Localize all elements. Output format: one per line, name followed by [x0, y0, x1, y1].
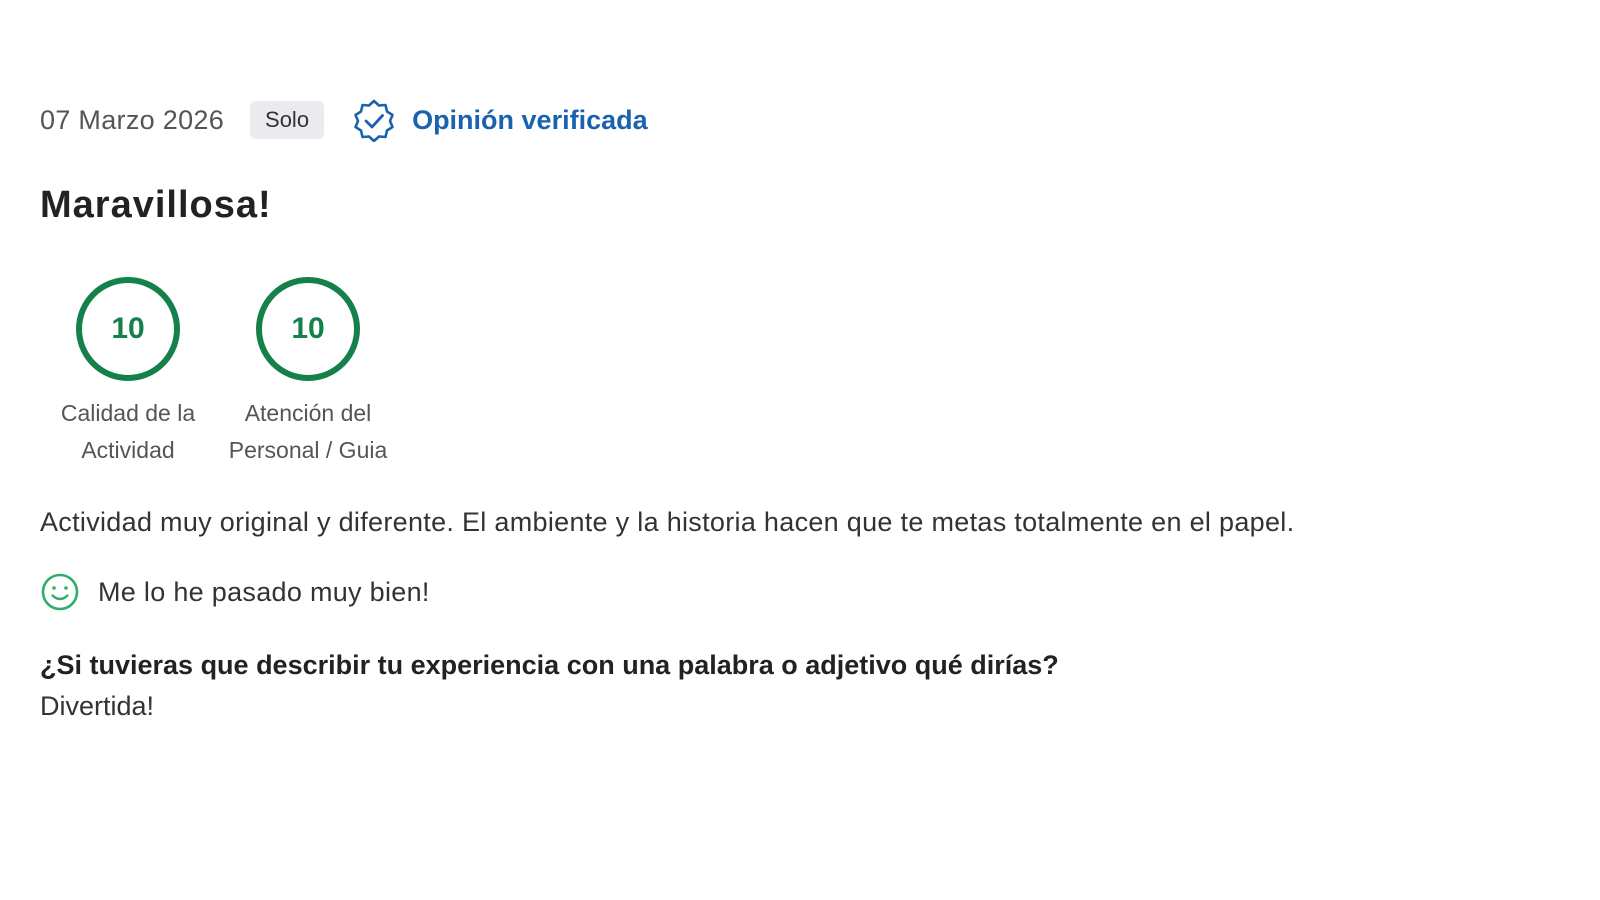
- score-value: 10: [111, 312, 145, 345]
- review-card: 07 Marzo 2026 Solo Opinión verificada Ma…: [40, 96, 1560, 722]
- score-list: 10 Calidad de la Actividad 10 Atención d…: [48, 277, 1560, 469]
- review-date: 07 Marzo 2026: [40, 104, 225, 135]
- review-mood: Me lo he pasado muy bien!: [40, 572, 1560, 612]
- traveler-type-badge: Solo: [250, 101, 325, 139]
- mood-text: Me lo he pasado muy bien!: [98, 576, 430, 607]
- review-title: Maravillosa!: [40, 184, 272, 226]
- score-label: Atención del Personal / Guia: [228, 400, 388, 463]
- score-activity-quality: 10 Calidad de la Actividad: [48, 277, 208, 469]
- score-staff-attention: 10 Atención del Personal / Guia: [228, 277, 388, 469]
- review-meta: 07 Marzo 2026 Solo Opinión verificada: [40, 96, 1560, 144]
- review-question: ¿Si tuvieras que describir tu experienci…: [40, 650, 1059, 680]
- score-value: 10: [291, 312, 325, 345]
- score-ring: 10: [256, 277, 360, 381]
- review-body: Actividad muy original y diferente. El a…: [40, 507, 1295, 537]
- review-answer: Divertida!: [40, 691, 155, 721]
- smiley-face-icon: [40, 572, 80, 612]
- score-label: Calidad de la Actividad: [60, 400, 196, 463]
- verified-badge-icon: [352, 98, 396, 143]
- verified-review-link[interactable]: Opinión verificada: [352, 98, 648, 143]
- verified-label: Opinión verificada: [412, 104, 648, 135]
- score-ring: 10: [76, 277, 180, 381]
